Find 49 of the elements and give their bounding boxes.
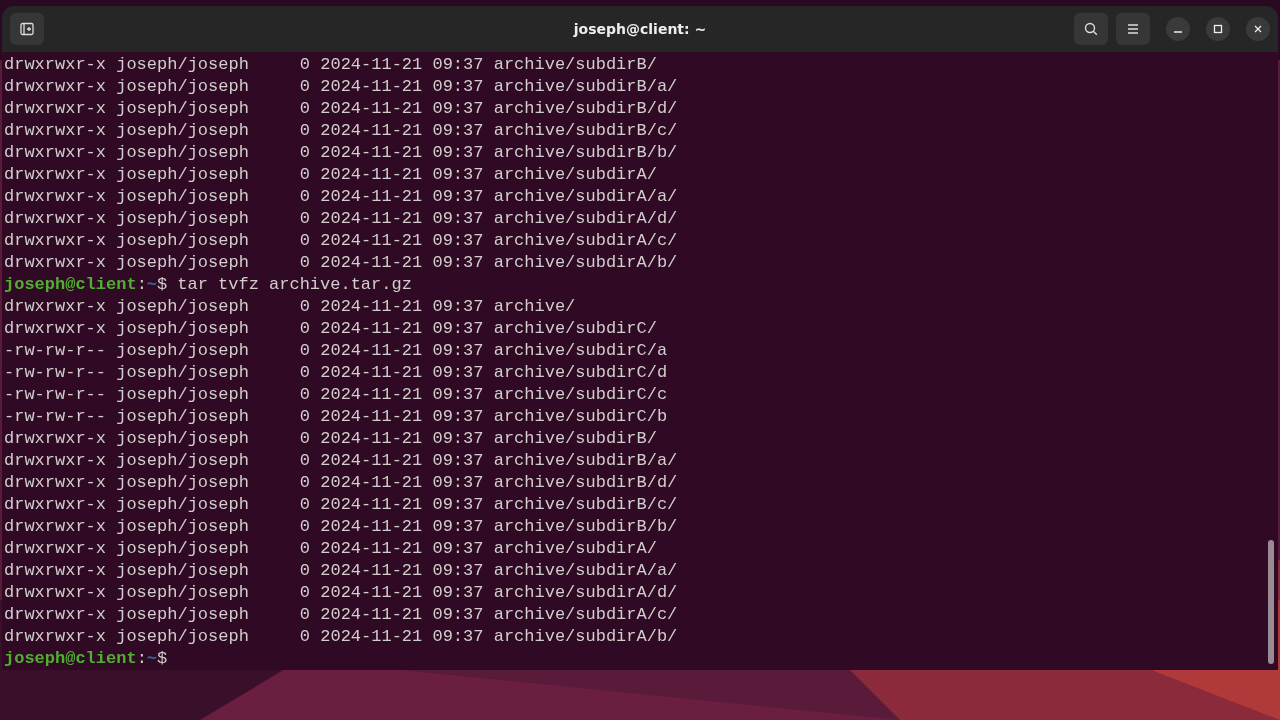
output-line: drwxrwxr-x joseph/joseph 0 2024-11-21 09:37 archive/subdirC/	[4, 318, 658, 340]
new-tab-button[interactable]	[10, 13, 44, 45]
output-line: drwxrwxr-x joseph/joseph 0 2024-11-21 09:37 archive/subdirB/c/	[4, 120, 679, 142]
output-line: drwxrwxr-x joseph/joseph 0 2024-11-21 09:37 archive/subdirA/c/	[4, 604, 679, 626]
output-line: -rw-rw-r-- joseph/joseph 0 2024-11-21 09:37 archive/subdirC/c	[4, 384, 669, 406]
output-line: drwxrwxr-x joseph/joseph 0 2024-11-21 09:37 archive/subdirB/c/	[4, 494, 679, 516]
search-button[interactable]	[1074, 13, 1108, 45]
output-line: -rw-rw-r-- joseph/joseph 0 2024-11-21 09:37 archive/subdirC/a	[4, 340, 669, 362]
output-line: drwxrwxr-x joseph/joseph 0 2024-11-21 09:37 archive/subdirB/b/	[4, 516, 679, 538]
prompt-colon: :	[136, 275, 147, 294]
minimize-icon	[1174, 30, 1182, 33]
output-line: drwxrwxr-x joseph/joseph 0 2024-11-21 09:37 archive/subdirA/	[4, 164, 658, 186]
output-line: drwxrwxr-x joseph/joseph 0 2024-11-21 09:37 archive/	[4, 296, 577, 318]
output-line: drwxrwxr-x joseph/joseph 0 2024-11-21 09:37 archive/subdirA/d/	[4, 582, 679, 604]
output-line: drwxrwxr-x joseph/joseph 0 2024-11-21 09:37 archive/subdirA/c/	[4, 230, 679, 252]
output-line: drwxrwxr-x joseph/joseph 0 2024-11-21 09:37 archive/subdirB/d/	[4, 98, 679, 120]
prompt-path: ~	[146, 275, 158, 294]
output-line: -rw-rw-r-- joseph/joseph 0 2024-11-21 09:37 archive/subdirC/b	[4, 406, 669, 428]
output-line: drwxrwxr-x joseph/joseph 0 2024-11-21 09:37 archive/subdirA/	[4, 538, 658, 560]
command-text: tar tvfz archive.tar.gz	[177, 275, 412, 294]
output-line: drwxrwxr-x joseph/joseph 0 2024-11-21 09:37 archive/subdirB/	[4, 54, 658, 76]
output-line: drwxrwxr-x joseph/joseph 0 2024-11-21 09:37 archive/subdirA/a/	[4, 186, 679, 208]
window-title: joseph@client: ~	[573, 21, 707, 37]
output-line: drwxrwxr-x joseph/joseph 0 2024-11-21 09:37 archive/subdirA/b/	[4, 626, 679, 648]
close-button[interactable]	[1246, 17, 1270, 41]
output-line: drwxrwxr-x joseph/joseph 0 2024-11-21 09:37 archive/subdirB/a/	[4, 76, 679, 98]
output-line: -rw-rw-r-- joseph/joseph 0 2024-11-21 09:37 archive/subdirC/d	[4, 362, 669, 384]
maximize-icon	[1212, 23, 1224, 35]
output-line: drwxrwxr-x joseph/joseph 0 2024-11-21 09:37 archive/subdirB/b/	[4, 142, 679, 164]
output-line: drwxrwxr-x joseph/joseph 0 2024-11-21 09:37 archive/subdirB/	[4, 428, 658, 450]
prompt-user-host: joseph@client	[4, 275, 137, 294]
prompt-path: ~	[146, 649, 158, 668]
search-icon	[1083, 21, 1099, 37]
output-line: drwxrwxr-x joseph/joseph 0 2024-11-21 09:37 archive/subdirB/d/	[4, 472, 679, 494]
menu-button[interactable]	[1116, 13, 1150, 45]
menu-icon	[1125, 21, 1141, 37]
output-line: drwxrwxr-x joseph/joseph 0 2024-11-21 09:37 archive/subdirB/a/	[4, 450, 679, 472]
prompt-colon: :	[136, 649, 147, 668]
output-line: drwxrwxr-x joseph/joseph 0 2024-11-21 09:37 archive/subdirA/a/	[4, 560, 679, 582]
scrollbar-thumb[interactable]	[1268, 540, 1274, 664]
close-icon	[1252, 23, 1264, 35]
output-line: drwxrwxr-x joseph/joseph 0 2024-11-21 09:37 archive/subdirA/b/	[4, 252, 679, 274]
prompt-symbol: $	[157, 649, 168, 668]
new-tab-icon	[19, 21, 35, 37]
prompt-symbol: $	[157, 275, 168, 294]
output-line: drwxrwxr-x joseph/joseph 0 2024-11-21 09:37 archive/subdirA/d/	[4, 208, 679, 230]
minimize-button[interactable]	[1166, 17, 1190, 41]
prompt-user-host: joseph@client	[4, 649, 137, 668]
maximize-button[interactable]	[1206, 17, 1230, 41]
